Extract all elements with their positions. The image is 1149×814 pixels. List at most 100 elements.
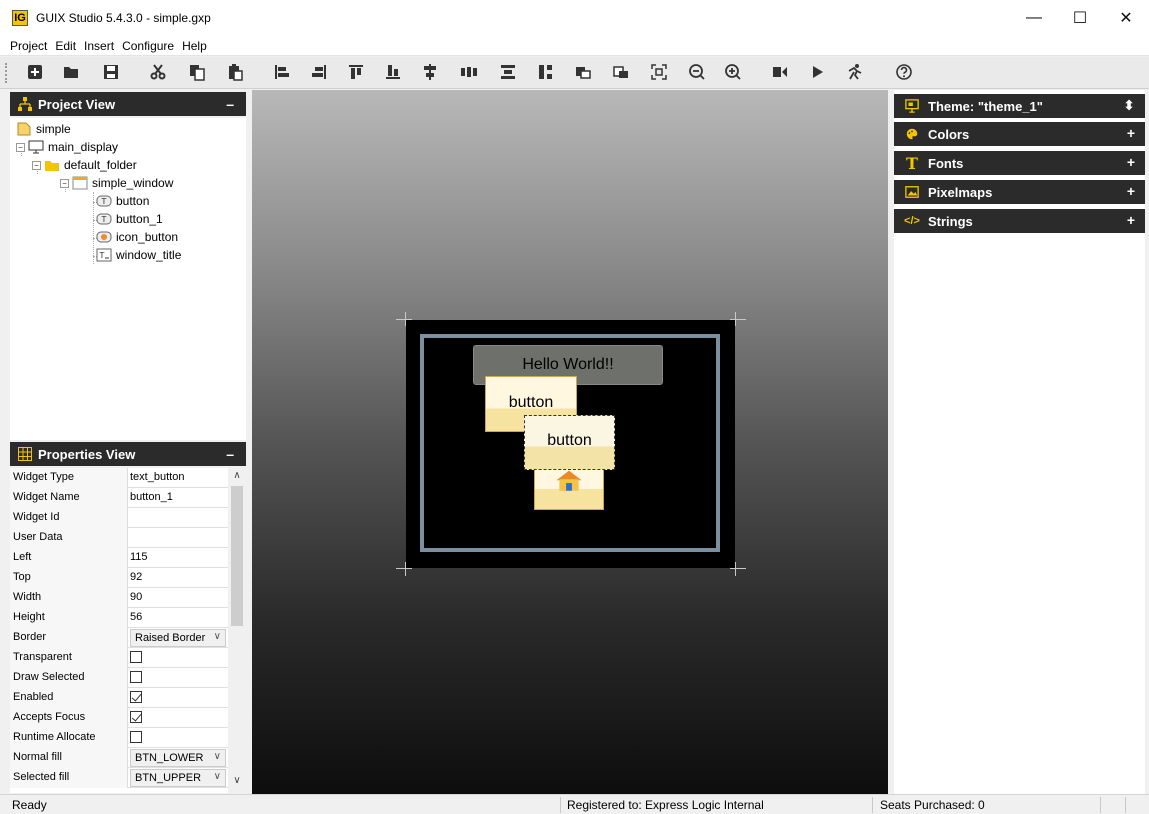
collapse-properties-view-button[interactable]: – [226,446,234,462]
corner-marker [396,568,412,569]
tree-item-simple[interactable]: simple [16,120,71,138]
prop-row-widget-id: Widget Id [10,508,228,528]
vertical-space-icon[interactable] [535,61,557,83]
corner-marker [735,312,736,326]
playback-icon[interactable] [843,61,865,83]
align-bottom-icon[interactable] [382,61,404,83]
menu-insert[interactable]: Insert [80,39,118,53]
cut-icon[interactable] [147,61,169,83]
draw-selected-checkbox[interactable] [130,671,142,683]
record-macro-icon[interactable] [769,61,791,83]
center-horizontal-icon[interactable] [419,61,441,83]
collapse-toggle[interactable]: − [60,178,69,188]
zoom-out-icon[interactable] [686,61,708,83]
colors-section[interactable]: Colors + [894,122,1145,146]
pixelmaps-section[interactable]: Pixelmaps + [894,180,1145,204]
left-field[interactable]: 115 [128,548,228,568]
save-icon[interactable] [100,61,122,83]
tree-item-button[interactable]: T button [96,192,149,210]
zoom-in-icon[interactable] [722,61,744,83]
toolbar-grip[interactable] [5,63,8,83]
accepts-focus-checkbox[interactable] [130,711,142,723]
close-button[interactable]: ✕ [1103,0,1149,36]
up-down-arrows-icon[interactable]: ⬍ [1123,97,1135,114]
fonts-section[interactable]: T Fonts + [894,151,1145,175]
project-file-icon [17,122,31,136]
text-button-icon: T [96,195,112,207]
expand-icon[interactable]: + [1127,125,1135,141]
properties-view-header[interactable]: Properties View – [10,442,246,466]
status-text: Ready [12,798,47,812]
scroll-up-icon[interactable]: ∧ [228,470,246,486]
move-to-back-icon[interactable] [610,61,632,83]
theme-icon [904,98,920,114]
tree-item-icon-button[interactable]: icon_button [96,228,178,246]
top-field[interactable]: 92 [128,568,228,588]
paste-icon[interactable] [224,61,246,83]
transparent-checkbox[interactable] [130,651,142,663]
project-view-header[interactable]: Project View – [10,92,246,116]
button-1-widget-selected[interactable]: button [524,415,615,470]
tree-item-window-title[interactable]: T window_title [96,246,181,264]
user-data-field[interactable] [128,528,228,548]
font-icon: T [906,153,918,173]
tree-item-button-1[interactable]: T button_1 [96,210,163,228]
project-view-title: Project View [38,96,116,112]
chevron-down-icon: ∨ [213,631,221,642]
tree-item-default-folder[interactable]: − default_folder [32,156,137,174]
scroll-thumb[interactable] [231,486,243,626]
align-top-icon[interactable] [345,61,367,83]
enabled-checkbox[interactable] [130,691,142,703]
grid-icon [18,447,32,461]
copy-icon[interactable] [186,61,208,83]
menu-help[interactable]: Help [178,39,211,53]
width-field[interactable]: 90 [128,588,228,608]
text-button-icon: T [96,213,112,225]
properties-scrollbar[interactable]: ∧ ∨ [228,468,246,793]
runtime-allocate-checkbox[interactable] [130,731,142,743]
scroll-down-icon[interactable]: ∨ [228,775,246,791]
prop-row-widget-type: Widget Type text_button [10,468,228,488]
selected-fill-select[interactable]: BTN_UPPER ∨ [130,769,226,787]
open-folder-icon[interactable] [60,61,82,83]
expand-icon[interactable]: + [1127,212,1135,228]
help-icon[interactable] [893,61,915,83]
strings-section[interactable]: </> Strings + [894,209,1145,233]
menu-configure[interactable]: Configure [118,39,178,53]
theme-selector[interactable]: Theme: "theme_1" ⬍ [894,94,1145,118]
window-icon [72,176,88,190]
equal-height-icon[interactable] [497,61,519,83]
height-field[interactable]: 56 [128,608,228,628]
expand-icon[interactable]: + [1127,154,1135,170]
align-right-icon[interactable] [308,61,330,83]
tree-item-main-display[interactable]: − main_display [16,138,118,156]
size-to-fit-icon[interactable] [648,61,670,83]
prop-row-border: Border Raised Border ∨ [10,628,228,648]
project-tree: simple − main_display − default_folder −… [10,118,246,440]
move-to-front-icon[interactable] [572,61,594,83]
expand-icon[interactable]: + [1127,183,1135,199]
normal-fill-select[interactable]: BTN_LOWER ∨ [130,749,226,767]
chevron-down-icon: ∨ [213,751,221,762]
prompt-icon: T [96,248,112,262]
run-icon[interactable] [806,61,828,83]
menu-bar: Project Edit Insert Configure Help [0,36,1149,56]
minimize-button[interactable]: — [1011,0,1057,36]
collapse-project-view-button[interactable]: – [226,96,234,112]
equal-width-icon[interactable] [458,61,480,83]
menu-edit[interactable]: Edit [51,39,80,53]
properties-view-title: Properties View [38,446,136,462]
widget-name-field[interactable]: button_1 [128,488,228,508]
maximize-button[interactable]: ☐ [1057,0,1103,36]
widget-id-field[interactable] [128,508,228,528]
registration-text: Registered to: Express Logic Internal [567,798,764,812]
properties-grid: Widget Type text_button Widget Name butt… [10,468,246,793]
border-select[interactable]: Raised Border ∨ [130,629,226,647]
align-left-icon[interactable] [271,61,293,83]
collapse-toggle[interactable]: − [32,160,41,170]
menu-project[interactable]: Project [6,39,51,53]
prop-row-top: Top 92 [10,568,228,588]
collapse-toggle[interactable]: − [16,142,25,152]
add-icon[interactable] [24,61,46,83]
tree-item-simple-window[interactable]: − simple_window [60,174,173,192]
